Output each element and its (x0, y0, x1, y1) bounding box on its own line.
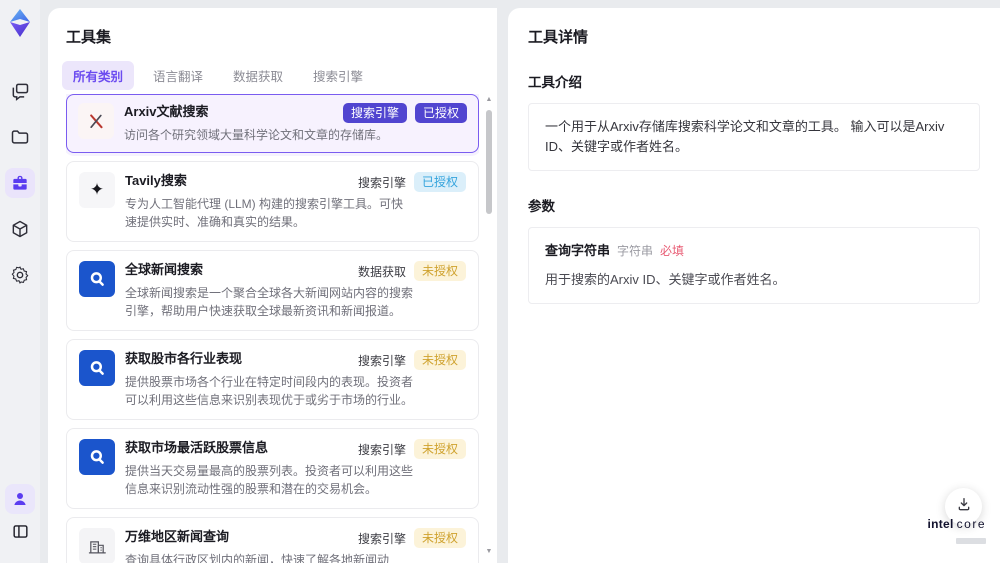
tool-name: 全球新闻搜索 (125, 262, 204, 277)
sidebar-item-files[interactable] (5, 122, 35, 152)
tool-item-arxiv[interactable]: Arxiv文献搜索 搜索引擎 已授权 访问各个研究领域大量科学论文和文章的存储库… (66, 94, 479, 153)
tool-list-panel: 工具集 所有类别 语言翻译 数据获取 搜索引擎 Arxiv文献搜索 搜索引擎 已… (48, 8, 497, 563)
scroll-down-arrow[interactable]: ▼ (484, 548, 494, 555)
sidebar-item-chat[interactable] (5, 76, 35, 106)
news-app-icon (79, 261, 115, 297)
building-icon (79, 528, 115, 563)
four-point-star-icon: ✦ (79, 172, 115, 208)
left-nav-rail (0, 0, 40, 563)
intro-heading: 工具介绍 (528, 75, 582, 90)
status-badge: 未授权 (413, 528, 466, 548)
list-scrollbar[interactable]: ▲ ▼ (484, 96, 494, 555)
chat-icon (10, 81, 30, 101)
sidebar-item-collapse[interactable] (5, 516, 35, 546)
tool-list: Arxiv文献搜索 搜索引擎 已授权 访问各个研究领域大量科学论文和文章的存储库… (66, 94, 479, 563)
scroll-up-arrow[interactable]: ▲ (484, 96, 494, 103)
status-badge: 已授权 (414, 103, 467, 123)
category-label: 数据获取 (357, 264, 406, 279)
status-badge: 未授权 (413, 439, 466, 459)
tool-item-regional-news[interactable]: 万维地区新闻查询 搜索引擎 未授权 查询具体行政区划内的新闻，快速了解各地新闻动 (66, 517, 479, 563)
param-description: 用于搜索的Arxiv ID、关键字或作者姓名。 (545, 272, 786, 287)
tool-detail-panel: 工具详情 工具介绍 一个用于从Arxiv存储库搜索科学论文和文章的工具。 输入可… (508, 8, 1000, 563)
sidebar-item-tools[interactable] (5, 168, 35, 198)
tool-description: 全球新闻搜索是一个聚合全球各大新闻网站内容的搜索引擎，帮助用户快速获取全球最新资… (125, 286, 414, 318)
param-box: 查询字符串 字符串 必填 用于搜索的Arxiv ID、关键字或作者姓名。 (528, 227, 980, 304)
category-label: 搜索引擎 (357, 531, 406, 546)
category-label: 搜索引擎 (357, 175, 406, 190)
user-icon (11, 490, 29, 508)
tab-data-fetch[interactable]: 数据获取 (222, 61, 294, 90)
detail-title: 工具详情 (528, 29, 589, 46)
tool-description: 访问各个研究领域大量科学论文和文章的存储库。 (124, 128, 389, 142)
tab-all-categories[interactable]: 所有类别 (62, 61, 135, 90)
tool-description: 提供股票市场各个行业在特定时间段内的表现。投资者可以利用这些信息来识别表现优于或… (125, 375, 414, 407)
arxiv-x-icon (78, 103, 114, 139)
tool-description: 专为人工智能代理 (LLM) 构建的搜索引擎工具。可快速提供实时、准确和真实的结… (125, 197, 404, 229)
status-badge: 已授权 (413, 172, 466, 192)
news-app-icon (79, 350, 115, 386)
brand-intel: intel (927, 517, 954, 531)
download-icon (956, 496, 972, 517)
tool-item-sector-performance[interactable]: 获取股市各行业表现 搜索引擎 未授权 提供股票市场各个行业在特定时间段内的表现。… (66, 339, 479, 420)
intel-core-logo: intel core (927, 517, 986, 549)
tool-name: 万维地区新闻查询 (125, 529, 230, 544)
sidebar-item-settings[interactable] (5, 260, 35, 290)
category-label: 搜索引擎 (357, 353, 406, 368)
sidebar-item-account[interactable] (5, 484, 35, 514)
cube-icon (10, 219, 30, 239)
param-type: 字符串 (617, 244, 654, 258)
tab-language-translation[interactable]: 语言翻译 (142, 61, 214, 90)
status-badge: 未授权 (413, 261, 466, 281)
news-app-icon (79, 439, 115, 475)
param-required-badge: 必填 (660, 244, 685, 258)
param-name: 查询字符串 (545, 243, 611, 258)
gear-icon (10, 265, 30, 285)
sidebar-item-plugins[interactable] (5, 214, 35, 244)
status-badge: 未授权 (413, 350, 466, 370)
brand-core: core (956, 517, 986, 531)
brand-sub-badge (956, 538, 986, 544)
folder-icon (10, 127, 30, 147)
tool-description: 查询具体行政区划内的新闻，快速了解各地新闻动 (125, 553, 390, 563)
toolbox-icon (10, 173, 30, 193)
category-tabs: 所有类别 语言翻译 数据获取 搜索引擎 (48, 47, 497, 90)
category-badge: 搜索引擎 (342, 103, 407, 123)
tool-name: 获取股市各行业表现 (125, 351, 243, 366)
tool-item-global-news[interactable]: 全球新闻搜索 数据获取 未授权 全球新闻搜索是一个聚合全球各大新闻网站内容的搜索… (66, 250, 479, 331)
params-heading: 参数 (528, 199, 555, 214)
sidebar-toggle-icon (11, 522, 30, 541)
tab-search-engine[interactable]: 搜索引擎 (302, 61, 374, 90)
intro-box: 一个用于从Arxiv存储库搜索科学论文和文章的工具。 输入可以是Arxiv ID… (528, 103, 980, 171)
intro-text: 一个用于从Arxiv存储库搜索科学论文和文章的工具。 输入可以是Arxiv ID… (545, 119, 945, 154)
page-title: 工具集 (66, 29, 112, 46)
tool-item-most-active-stocks[interactable]: 获取市场最活跃股票信息 搜索引擎 未授权 提供当天交易量最高的股票列表。投资者可… (66, 428, 479, 509)
tool-item-tavily[interactable]: ✦ Tavily搜索 搜索引擎 已授权 专为人工智能代理 (LLM) 构建的搜索… (66, 161, 479, 242)
tool-name: Arxiv文献搜索 (124, 104, 209, 119)
scrollbar-thumb[interactable] (486, 110, 492, 214)
tool-name: 获取市场最活跃股票信息 (125, 440, 269, 455)
tool-description: 提供当天交易量最高的股票列表。投资者可以利用这些信息来识别流动性强的股票和潜在的… (125, 464, 414, 496)
tool-name: Tavily搜索 (125, 173, 187, 188)
category-label: 搜索引擎 (357, 442, 406, 457)
app-logo (6, 8, 34, 38)
